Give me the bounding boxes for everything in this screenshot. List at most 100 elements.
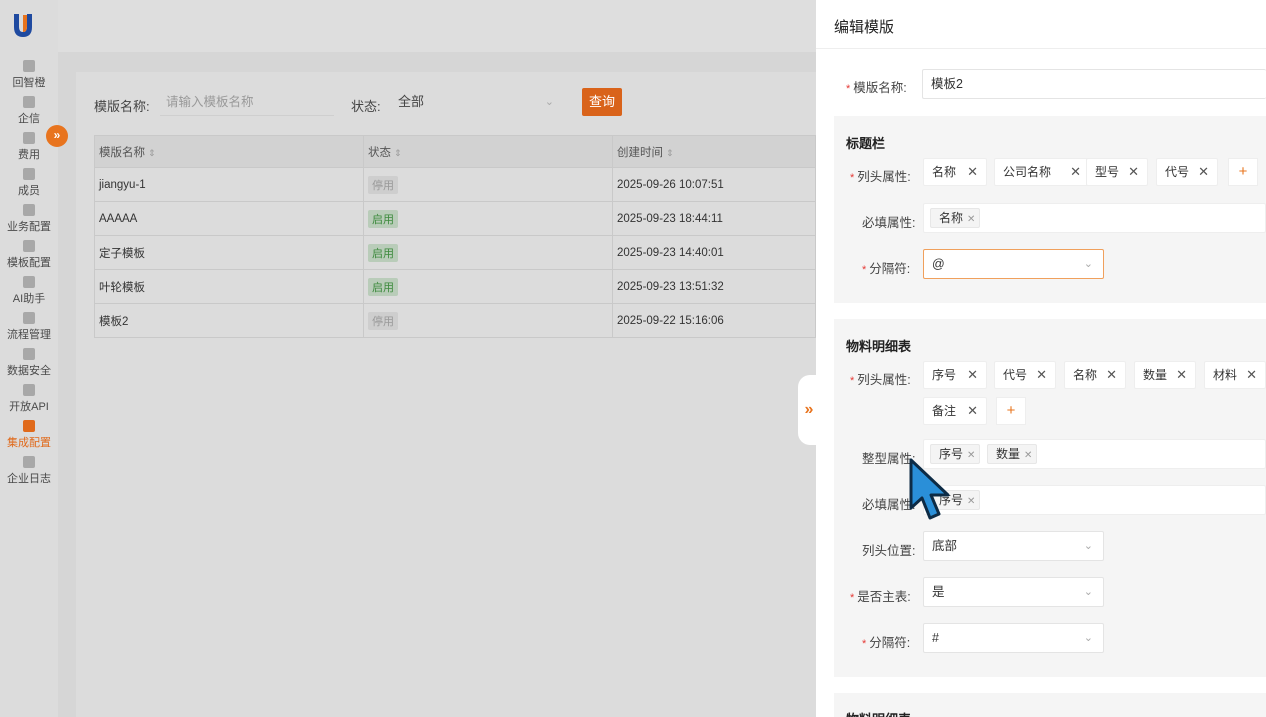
sort-icon[interactable]: ⇕ (666, 148, 674, 158)
cell-status: 启用 (363, 269, 613, 304)
nav-item[interactable]: 成员 (0, 168, 58, 204)
template-name-label: * 模版名称: (846, 81, 907, 95)
table-row[interactable]: 叶轮模板 启用 2025-09-23 13:51:32 (94, 269, 816, 304)
nav-item[interactable]: 回智橙 (0, 60, 58, 96)
close-icon[interactable]: ✕ (1176, 362, 1187, 388)
column-position-select[interactable]: 底部 ⌄ (923, 531, 1104, 561)
is-main-table-select[interactable]: 是 ⌄ (923, 577, 1104, 607)
add-column-button[interactable]: + (1228, 158, 1258, 186)
close-icon[interactable]: ✕ (1246, 362, 1257, 388)
sort-icon[interactable]: ⇕ (394, 148, 402, 158)
template-icon (23, 240, 35, 252)
cell-created-time: 2025-09-23 13:51:32 (612, 269, 816, 304)
template-name-input[interactable]: 模板2 (922, 69, 1266, 99)
nav-item[interactable]: 企业日志 (0, 456, 58, 492)
column-tag[interactable]: 公司名称 ✕ (994, 158, 1090, 186)
briefcase-icon (23, 204, 35, 216)
nav-item-label: AI助手 (12, 293, 46, 305)
drawer-collapse-button[interactable]: » (798, 375, 820, 445)
robot-icon (23, 276, 35, 288)
template-name-filter-input[interactable]: 请输入模板名称 (160, 88, 334, 116)
nav-item[interactable]: 业务配置 (0, 204, 58, 240)
is-main-table-label: * 是否主表: (850, 590, 911, 604)
integration-icon (23, 420, 35, 432)
nav-item-label: 集成配置 (7, 437, 51, 449)
close-icon[interactable]: ✕ (967, 159, 978, 185)
nav-item[interactable]: AI助手 (0, 276, 58, 312)
chevron-down-icon: ⌄ (1083, 540, 1093, 552)
table-row[interactable]: jiangyu-1 停用 2025-09-26 10:07:51 (94, 167, 816, 202)
close-icon[interactable]: ✕ (967, 398, 978, 424)
cell-status: 停用 (363, 167, 613, 202)
close-icon[interactable]: ✕ (967, 450, 975, 461)
main-area: 模版名称: 请输入模板名称 状态: 全部 ⌄ 查询 模版名称 ⇕ 状态 ⇕ 创建时间… (58, 0, 816, 717)
separator-select[interactable]: # ⌄ (923, 623, 1104, 653)
column-tag[interactable]: 材料 ✕ (1204, 361, 1266, 389)
nav-item[interactable]: 数据安全 (0, 348, 58, 384)
integer-attr-select[interactable]: 序号 ✕ 数量 ✕ (923, 439, 1266, 469)
user-icon (23, 168, 35, 180)
separator-value: @ (932, 257, 945, 271)
column-tag[interactable]: 代号 ✕ (1156, 158, 1218, 186)
column-header-name[interactable]: 模版名称 ⇕ (94, 135, 364, 168)
nav-expand-button[interactable]: » (46, 125, 68, 147)
status-filter-label: 状态: (351, 99, 381, 114)
table-row[interactable]: AAAAA 启用 2025-09-23 18:44:11 (94, 201, 816, 236)
status-badge: 启用 (368, 209, 398, 228)
drawer-title: 编辑模版 (834, 19, 895, 36)
table-row[interactable]: 模板2 停用 2025-09-22 15:16:06 (94, 303, 816, 338)
coin-icon (23, 132, 35, 144)
section-title: 物料明细表 (846, 339, 912, 354)
nav-item[interactable]: 流程管理 (0, 312, 58, 348)
close-icon[interactable]: ✕ (1198, 159, 1209, 185)
section-material-detail: 物料明细表 * 列头属性: 序号 ✕ 代号 ✕ 名称 ✕ 数量 ✕ 材料 ✕ 备注 ✕ + 整… (834, 319, 1266, 677)
column-tag[interactable]: 数量 ✕ (1134, 361, 1196, 389)
close-icon[interactable]: ✕ (967, 362, 978, 388)
close-icon[interactable]: ✕ (1106, 362, 1117, 388)
cell-status: 启用 (363, 235, 613, 270)
chevron-down-icon: ⌄ (544, 96, 554, 108)
nav-item[interactable]: 集成配置 (0, 420, 58, 456)
sort-icon[interactable]: ⇕ (148, 148, 156, 158)
table-row[interactable]: 定子模板 启用 2025-09-23 14:40:01 (94, 235, 816, 270)
cell-status: 启用 (363, 201, 613, 236)
nav-item-label: 企信 (18, 113, 40, 125)
column-tag[interactable]: 备注 ✕ (923, 397, 987, 425)
column-tag[interactable]: 名称 ✕ (1064, 361, 1126, 389)
section-title: 标题栏 (846, 136, 886, 151)
close-icon[interactable]: ✕ (1024, 450, 1032, 461)
column-tag[interactable]: 名称 ✕ (923, 158, 987, 186)
required-attr-select[interactable]: 名称 ✕ (923, 203, 1266, 233)
separator-label: * 分隔符: (862, 262, 911, 276)
home-icon (23, 96, 35, 108)
close-icon[interactable]: ✕ (1036, 362, 1047, 388)
column-tag[interactable]: 代号 ✕ (994, 361, 1056, 389)
column-header-status[interactable]: 状态 ⇕ (363, 135, 613, 168)
section-title-bar: 标题栏 * 列头属性: 名称 ✕ 公司名称 ✕ 型号 ✕ 代号 ✕ + 必填属性: 名称 ✕… (834, 116, 1266, 303)
close-icon[interactable]: ✕ (1128, 159, 1139, 185)
nav-item-label: 回智橙 (12, 77, 46, 89)
column-tag[interactable]: 序号 ✕ (923, 361, 987, 389)
close-icon[interactable]: ✕ (967, 496, 975, 507)
cell-template-name: 定子模板 (94, 235, 364, 270)
template-name-filter-label: 模版名称: (94, 99, 150, 114)
nav-item-label: 数据安全 (7, 365, 51, 377)
column-position-value: 底部 (932, 539, 958, 553)
nav-item[interactable]: 模板配置 (0, 240, 58, 276)
nav-item[interactable]: 开放API (0, 384, 58, 420)
query-button[interactable]: 查询 (582, 88, 622, 116)
required-attr-select[interactable]: 序号 ✕ (923, 485, 1266, 515)
cell-status: 停用 (363, 303, 613, 338)
status-filter-select[interactable]: 全部 ⌄ (394, 88, 560, 116)
column-header-created[interactable]: 创建时间 ⇕ (612, 135, 816, 168)
close-icon[interactable]: ✕ (967, 214, 975, 225)
nav-item-label: 模板配置 (7, 257, 51, 269)
top-bar (58, 0, 816, 52)
database-icon (23, 348, 35, 360)
cell-created-time: 2025-09-22 15:16:06 (612, 303, 816, 338)
close-icon[interactable]: ✕ (1070, 159, 1081, 185)
column-tag[interactable]: 型号 ✕ (1086, 158, 1148, 186)
add-column-button[interactable]: + (996, 397, 1026, 425)
separator-select[interactable]: @ ⌄ (923, 249, 1104, 279)
cell-template-name: 模板2 (94, 303, 364, 338)
